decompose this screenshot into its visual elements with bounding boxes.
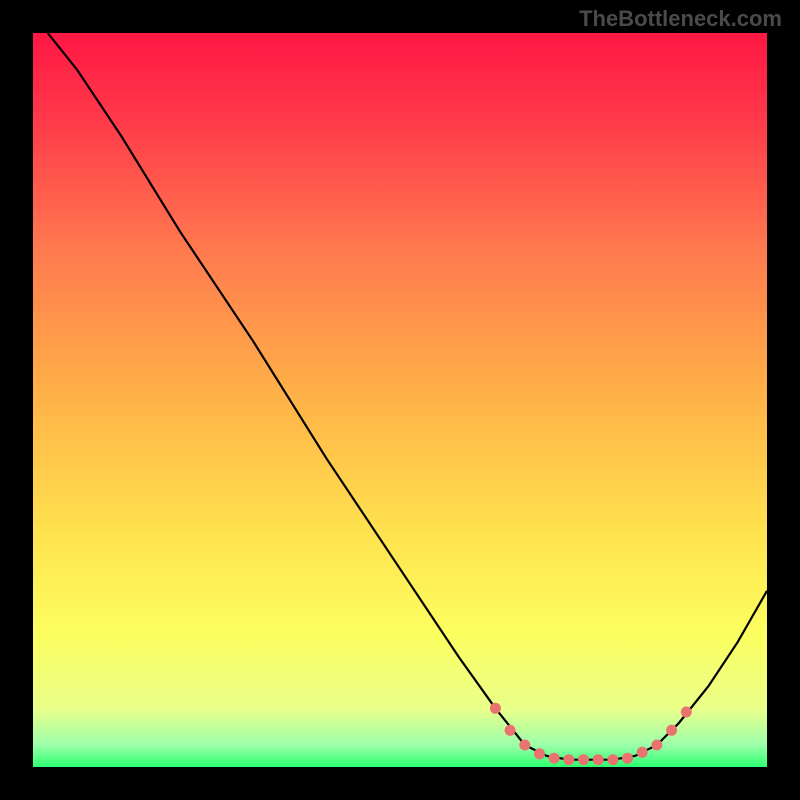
bottleneck-curve: [48, 33, 767, 760]
marker-dot: [578, 754, 589, 765]
chart-plot-area: [33, 33, 767, 767]
marker-dot: [534, 748, 545, 759]
marker-dot: [563, 754, 574, 765]
marker-dot: [593, 754, 604, 765]
marker-dot: [637, 747, 648, 758]
marker-dot: [519, 740, 530, 751]
marker-dots: [490, 703, 692, 765]
marker-dot: [607, 754, 618, 765]
marker-dot: [666, 725, 677, 736]
marker-dot: [490, 703, 501, 714]
curve-overlay: [33, 33, 767, 767]
marker-dot: [681, 707, 692, 718]
marker-dot: [549, 753, 560, 764]
marker-dot: [505, 725, 516, 736]
marker-dot: [651, 740, 662, 751]
marker-dot: [622, 753, 633, 764]
watermark-text: TheBottleneck.com: [579, 6, 782, 32]
